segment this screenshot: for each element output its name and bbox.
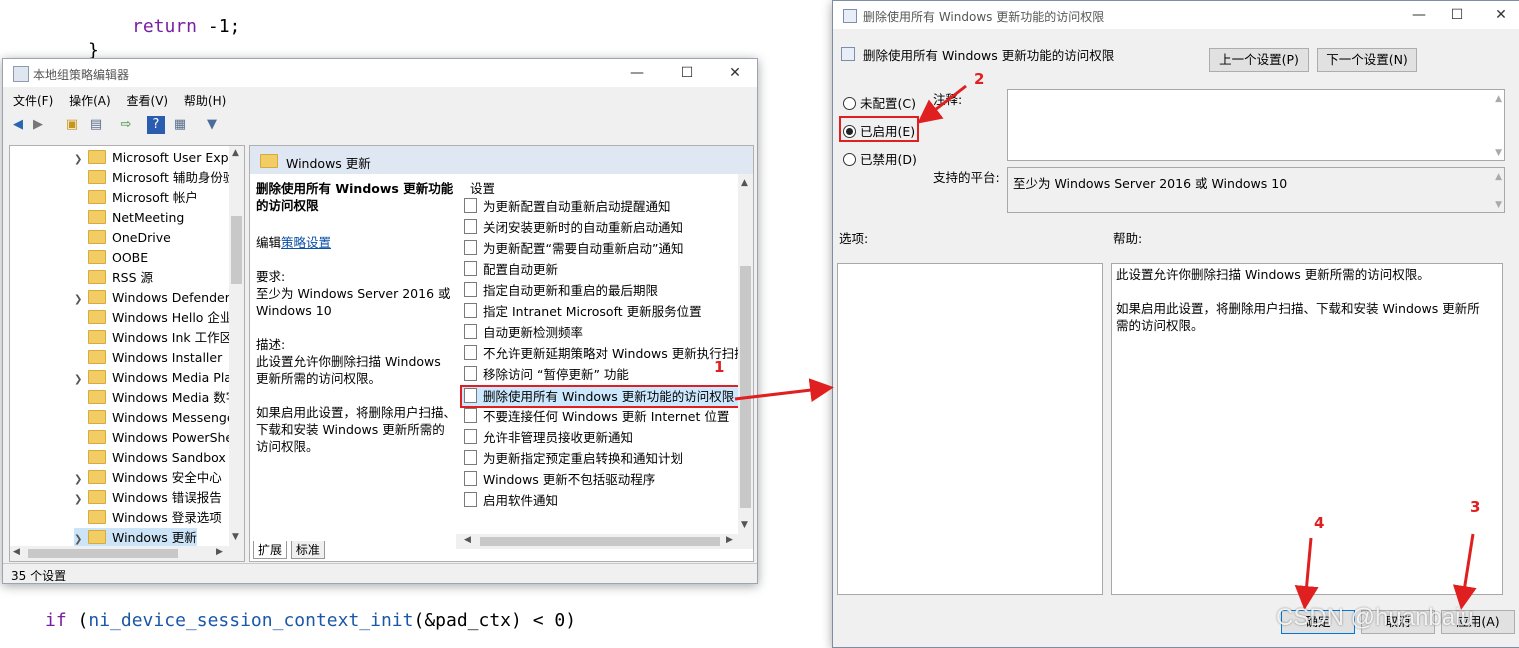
annotation-overlay (734, 84, 1477, 610)
annotation-number-4: 4 (1314, 514, 1325, 532)
annotation-arrow-4 (1294, 537, 1319, 610)
annotation-number-2: 2 (974, 70, 985, 88)
annotation-number-3: 3 (1470, 498, 1481, 516)
watermark-text: CSDN @huanbaiu (1276, 604, 1474, 631)
annotation-arrow-3 (1452, 533, 1477, 610)
annotation-arrow-2 (917, 84, 967, 124)
annotation-arrow-1 (734, 378, 834, 403)
annotation-number-1: 1 (714, 358, 725, 376)
